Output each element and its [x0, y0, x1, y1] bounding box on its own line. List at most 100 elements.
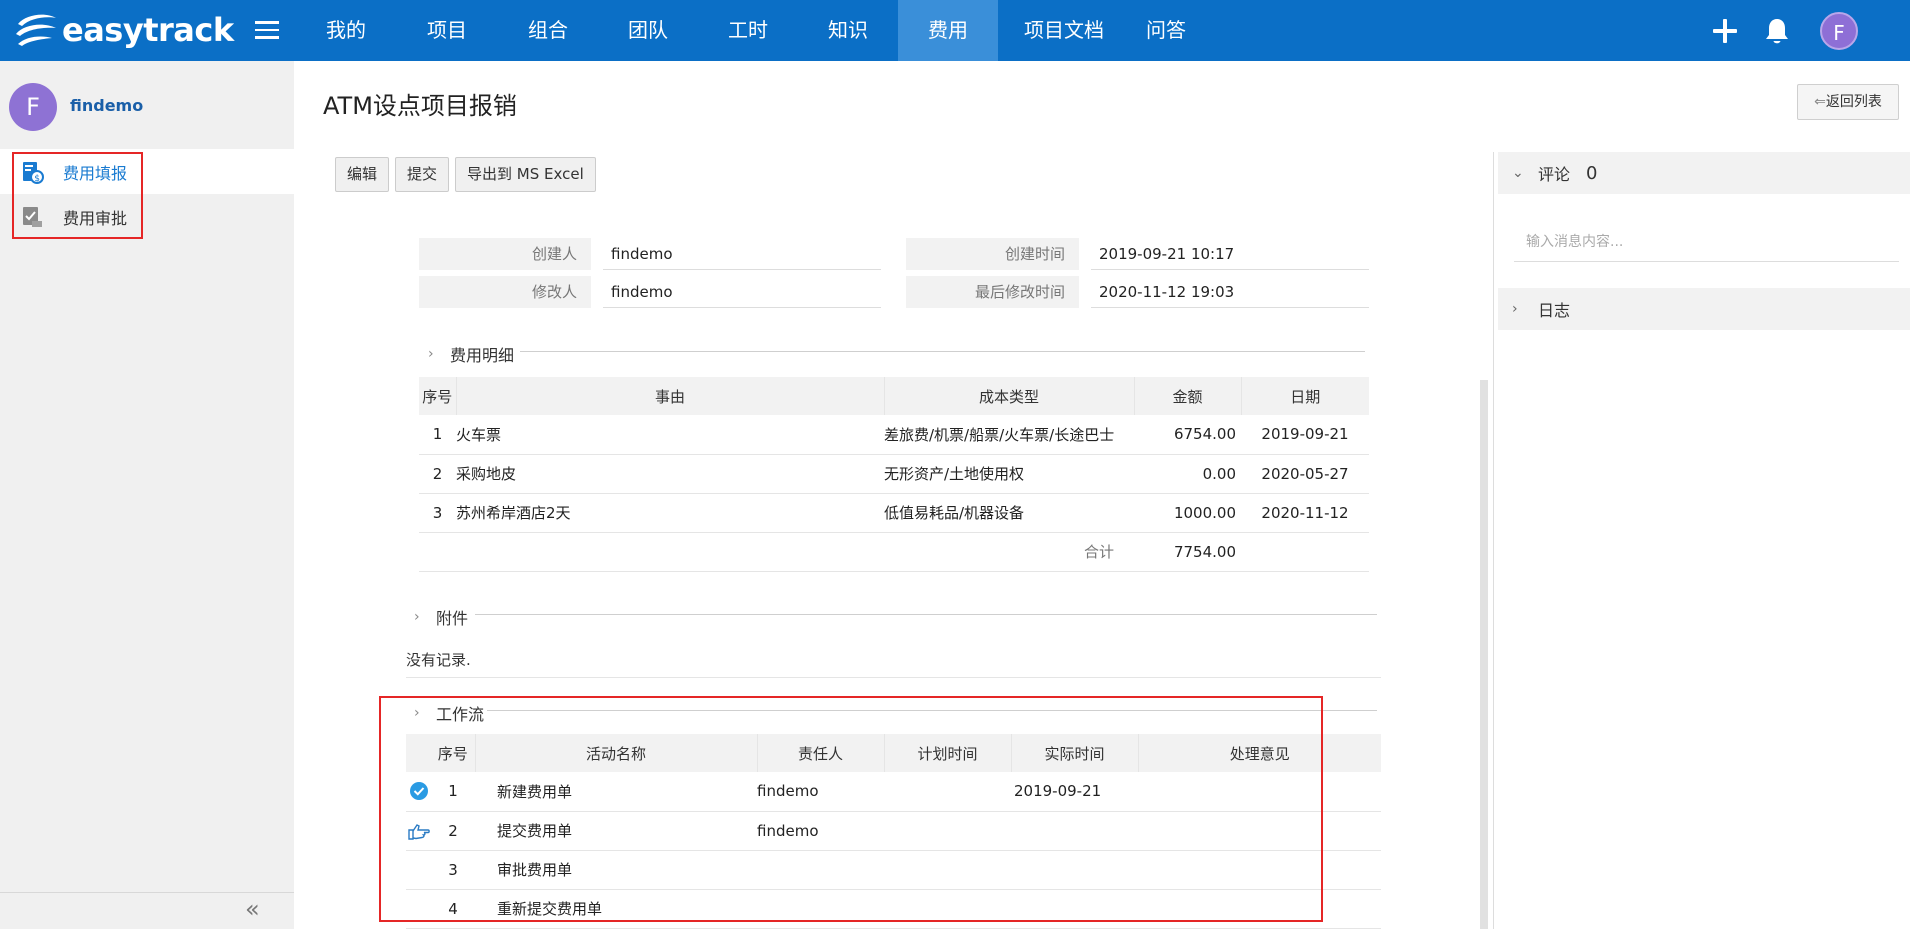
sidebar-item-expense-approve[interactable]: 费用审批	[0, 194, 294, 239]
cost-type-cell: 差旅费/机票/船票/火车票/长途巴士	[884, 415, 1134, 455]
date-cell: 2020-11-12	[1241, 493, 1369, 533]
submit-button[interactable]: 提交	[395, 157, 450, 192]
sidebar-item-expense-fill[interactable]: $ 费用填报	[0, 149, 294, 194]
main-scrollbar[interactable]	[1480, 380, 1488, 929]
column-header[interactable]: 处理意见	[1138, 734, 1381, 772]
menu-icon[interactable]	[255, 21, 279, 40]
nav-item-project-docs[interactable]: 项目文档	[998, 0, 1130, 61]
back-to-list-button[interactable]: ⇐返回列表	[1797, 84, 1899, 120]
bell-icon[interactable]	[1764, 17, 1790, 45]
table-row[interactable]: 3 苏州希岸酒店2天 低值易耗品/机器设备 1000.00 2020-11-12	[419, 493, 1369, 533]
nav-item-mine[interactable]: 我的	[296, 0, 397, 61]
chevron-right-icon: ›	[428, 346, 434, 362]
workflow-section[interactable]: › 工作流	[414, 701, 484, 725]
section-divider	[520, 351, 1365, 352]
nav-item-qa[interactable]: 问答	[1130, 0, 1202, 61]
created-time-label: 创建时间	[906, 238, 1079, 270]
column-header[interactable]: 计划时间	[884, 734, 1012, 772]
table-row[interactable]: 1 新建费用单 findemo 2019-09-21	[406, 772, 1381, 812]
nav-item-expense[interactable]: 费用	[898, 0, 998, 61]
modifier-label: 修改人	[419, 276, 591, 308]
actual-time-cell	[1011, 811, 1138, 851]
row-number: 3	[419, 493, 456, 533]
sidebar-item-label: 费用审批	[63, 208, 128, 228]
section-divider	[475, 614, 1377, 615]
modifier-value: findemo	[603, 276, 881, 308]
nav-item-projects[interactable]: 项目	[397, 0, 498, 61]
table-row[interactable]: 1 火车票 差旅费/机票/船票/火车票/长途巴士 6754.00 2019-09…	[419, 415, 1369, 455]
column-header[interactable]: 金额	[1134, 377, 1242, 415]
sidebar-user: F findemo	[0, 61, 294, 149]
actual-time-cell: 2019-09-21	[1011, 772, 1138, 812]
page-title: ATM设点项目报销	[323, 92, 517, 120]
nav-item-timesheet[interactable]: 工时	[698, 0, 798, 61]
planned-time-cell	[884, 811, 1011, 851]
attachments-section[interactable]: › 附件	[414, 605, 468, 629]
section-title: 附件	[436, 609, 469, 628]
export-excel-button[interactable]: 导出到 MS Excel	[455, 157, 596, 192]
expense-detail-section[interactable]: › 费用明细	[428, 342, 514, 366]
owner-cell: findemo	[757, 772, 884, 812]
comments-header[interactable]: ⌄ 评论 0	[1498, 152, 1910, 194]
column-header[interactable]: 序号	[431, 734, 476, 772]
column-header[interactable]: 序号	[419, 377, 457, 415]
sidebar-avatar[interactable]: F	[9, 83, 57, 131]
table-header-row: 序号 活动名称 责任人 计划时间 实际时间 处理意见	[406, 734, 1381, 772]
column-header[interactable]: 责任人	[757, 734, 885, 772]
column-header[interactable]: 实际时间	[1011, 734, 1139, 772]
table-row[interactable]: 2 提交费用单 findemo	[406, 811, 1381, 851]
logo[interactable]: easytrack	[12, 8, 234, 52]
actual-time-cell	[1011, 889, 1138, 929]
comments-count: 0	[1586, 162, 1598, 184]
table-row[interactable]: 4 重新提交费用单	[406, 889, 1381, 929]
column-header[interactable]: 事由	[456, 377, 885, 415]
sidebar: F findemo $ 费用填报 费用审批 «	[0, 61, 294, 929]
status-cell	[406, 772, 431, 812]
total-amount: 7754.00	[1134, 532, 1241, 572]
creator-label: 创建人	[419, 238, 591, 270]
add-icon[interactable]	[1712, 18, 1738, 44]
chevron-right-icon: ›	[414, 705, 420, 721]
reason-cell: 苏州希岸酒店2天	[456, 493, 884, 533]
reason-cell: 采购地皮	[456, 454, 884, 494]
chevron-right-icon: ›	[414, 609, 420, 625]
no-records-text: 没有记录.	[406, 651, 471, 669]
logo-text: easytrack	[62, 11, 234, 49]
row-number: 2	[431, 811, 475, 851]
nav-item-team[interactable]: 团队	[598, 0, 698, 61]
expense-approve-icon	[23, 206, 42, 227]
comment-cell	[1138, 811, 1381, 851]
empty-cell	[1241, 532, 1369, 572]
user-avatar[interactable]: F	[1820, 11, 1858, 50]
main-nav: 我的 项目 组合 团队 工时 知识 费用 项目文档 问答	[296, 0, 1202, 61]
status-cell	[406, 850, 431, 890]
status-cell	[406, 811, 431, 851]
amount-cell: 0.00	[1134, 454, 1241, 494]
nav-item-portfolio[interactable]: 组合	[498, 0, 598, 61]
column-header[interactable]: 成本类型	[884, 377, 1135, 415]
sidebar-username[interactable]: findemo	[70, 96, 143, 115]
activity-name-cell: 新建费用单	[475, 772, 757, 812]
comments-label: 评论	[1538, 165, 1571, 184]
planned-time-cell	[884, 889, 1011, 929]
row-number: 2	[419, 454, 456, 494]
row-number: 4	[431, 889, 475, 929]
column-header[interactable]: 日期	[1241, 377, 1369, 415]
cost-type-cell: 无形资产/土地使用权	[884, 454, 1134, 494]
column-header[interactable]: 活动名称	[475, 734, 758, 772]
status-cell	[406, 889, 431, 929]
edit-button[interactable]: 编辑	[335, 157, 390, 192]
activity-name-cell: 重新提交费用单	[475, 889, 757, 929]
section-title: 费用明细	[450, 346, 515, 365]
planned-time-cell	[884, 772, 1011, 812]
nav-item-knowledge[interactable]: 知识	[798, 0, 898, 61]
toolbar: 编辑 提交 导出到 MS Excel	[335, 157, 602, 192]
reason-cell: 火车票	[456, 415, 884, 455]
date-cell: 2020-05-27	[1241, 454, 1369, 494]
log-header[interactable]: › 日志	[1498, 288, 1910, 330]
table-row[interactable]: 3 审批费用单	[406, 850, 1381, 890]
comment-input[interactable]	[1514, 222, 1899, 262]
collapse-sidebar-icon[interactable]: «	[245, 895, 260, 923]
modified-time-value: 2020-11-12 19:03	[1091, 276, 1369, 308]
table-row[interactable]: 2 采购地皮 无形资产/土地使用权 0.00 2020-05-27	[419, 454, 1369, 494]
